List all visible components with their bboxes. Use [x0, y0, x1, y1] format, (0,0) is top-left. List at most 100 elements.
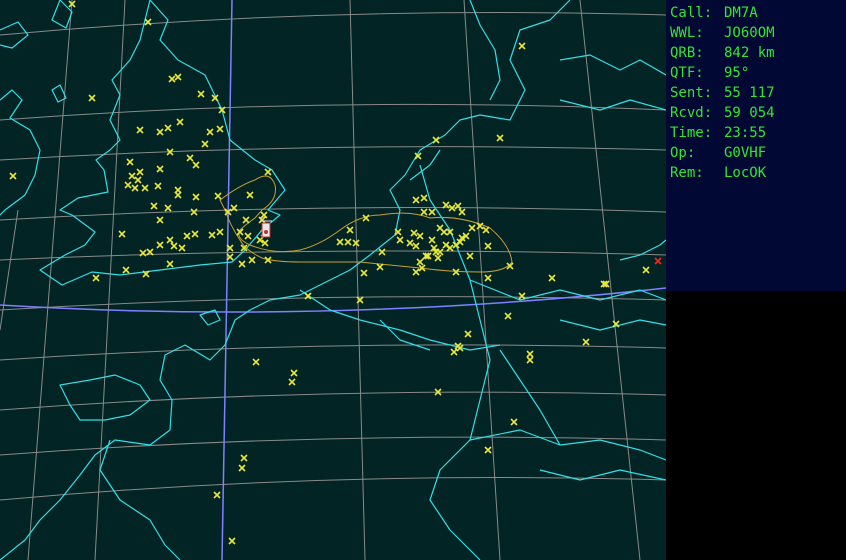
contact-marker-x-cross-icon [122, 266, 130, 274]
contact-marker-x-cross-icon [192, 161, 200, 169]
wwl-label: WWL: [670, 25, 704, 41]
contact-marker-x-cross-icon [432, 136, 440, 144]
contact-marker-x-cross-icon [88, 94, 96, 102]
contact-marker-x-cross-icon [168, 75, 176, 83]
contact-marker-x-cross-icon [466, 252, 474, 260]
contact-marker-x-cross-icon [518, 292, 526, 300]
contact-marker-x-cross-icon [526, 350, 534, 358]
contact-marker-x-cross-icon [336, 238, 344, 246]
rem-label: Rem: [670, 165, 704, 181]
qtf-label: QTF: [670, 65, 704, 81]
contact-marker-x-cross-icon [412, 242, 420, 250]
contact-marker-x-cross-icon [484, 446, 492, 454]
contact-marker-x-cross-icon [131, 184, 139, 192]
contact-marker-x-cross-icon [346, 226, 354, 234]
contact-marker-x-cross-icon [242, 216, 250, 224]
sent-label: Sent: [670, 85, 713, 101]
contact-marker-x-cross-icon [176, 118, 184, 126]
contact-marker-x-cross-icon [518, 42, 526, 50]
contact-marker-x-cross-icon [164, 204, 172, 212]
contact-marker-x-cross-icon [244, 232, 252, 240]
contact-marker-x-cross-icon [452, 268, 460, 276]
op-value: G0VHF [724, 145, 767, 161]
current-contact-marker[interactable] [654, 257, 662, 265]
contact-marker-x-cross-icon [206, 128, 214, 136]
time-row: Time: 23:55 [670, 123, 766, 143]
contact-marker-x-cross-icon [156, 165, 164, 173]
home-station-icon[interactable] [260, 220, 272, 238]
contact-marker-x-cross-icon [484, 242, 492, 250]
op-label: Op: [670, 145, 696, 161]
contact-marker-x-cross-icon [458, 208, 466, 216]
contact-marker-x-cross-icon [504, 312, 512, 320]
contact-marker-x-cross-icon [214, 192, 222, 200]
contact-marker-x-cross-icon [468, 224, 476, 232]
rem-value: LocOK [724, 165, 767, 181]
contact-marker-x-cross-icon [376, 263, 384, 271]
contact-marker-x-cross-icon [201, 140, 209, 148]
contact-marker-x-cross-icon [582, 338, 590, 346]
contact-map[interactable] [0, 0, 666, 560]
call-value: DM7A [724, 5, 758, 21]
contact-marker-x-cross-icon [191, 230, 199, 238]
contact-marker-x-cross-icon [548, 274, 556, 282]
contact-marker-x-cross-icon [238, 260, 246, 268]
contact-marker-x-cross-icon [360, 269, 368, 277]
sent-value: 55 117 [724, 85, 775, 101]
contact-marker-x-cross-icon [420, 194, 428, 202]
contact-marker-x-cross-icon [248, 256, 256, 264]
contact-marker-x-cross-icon [378, 248, 386, 256]
contact-marker-x-cross-icon [416, 258, 424, 266]
qrb-row: QRB: 842 km [670, 43, 775, 63]
contact-marker-x-cross-icon [128, 172, 136, 180]
rcvd-value: 59 054 [724, 105, 775, 121]
contact-marker-x-cross-icon [156, 128, 164, 136]
contact-marker-x-cross-icon [240, 454, 248, 462]
contact-marker-x-cross-icon [92, 274, 100, 282]
contact-marker-x-cross-icon [166, 260, 174, 268]
rcvd-row: Rcvd: 59 054 [670, 103, 775, 123]
map-canvas [0, 0, 666, 560]
qrb-label: QRB: [670, 45, 704, 61]
qtf-value: 95° [724, 65, 750, 81]
contact-marker-x-cross-icon [213, 491, 221, 499]
contact-marker-x-cross-icon [484, 274, 492, 282]
time-value: 23:55 [724, 125, 767, 141]
contact-marker-x-cross-icon [156, 241, 164, 249]
contact-marker-x-cross-icon [141, 184, 149, 192]
contact-marker-x-cross-icon [216, 125, 224, 133]
contact-marker-x-cross-icon [170, 242, 178, 250]
contact-marker-x-cross-icon [183, 232, 191, 240]
contact-marker-x-cross-icon [9, 172, 17, 180]
contact-marker-x-cross-icon [290, 369, 298, 377]
contact-marker-x-cross-icon [510, 418, 518, 426]
contact-marker-x-cross-icon [412, 196, 420, 204]
contact-marker-x-cross-icon [174, 191, 182, 199]
contact-marker-x-cross-icon [246, 191, 254, 199]
contact-marker-x-cross-icon [396, 236, 404, 244]
contact-marker-x-cross-icon [440, 228, 448, 236]
contact-marker-x-cross-icon [186, 154, 194, 162]
contact-marker-x-cross-icon [288, 378, 296, 386]
rcvd-label: Rcvd: [670, 105, 713, 121]
wwl-row: WWL: JO60OM [670, 23, 775, 43]
contact-marker-x-cross-icon [124, 181, 132, 189]
contact-marker-x-cross-icon [264, 168, 272, 176]
contact-markers [9, 0, 650, 545]
call-label: Call: [670, 5, 713, 21]
contact-marker-x-cross-icon [150, 202, 158, 210]
contact-marker-x-cross-icon [420, 208, 428, 216]
contact-marker-x-cross-icon [136, 126, 144, 134]
contact-marker-x-cross-icon [178, 244, 186, 252]
contact-marker-x-cross-icon [118, 230, 126, 238]
contact-marker-x-cross-icon [144, 18, 152, 26]
contact-marker-x-cross-icon [154, 182, 162, 190]
qrb-value: 842 km [724, 45, 775, 61]
contact-marker-x-cross-icon [434, 254, 442, 262]
contact-marker-x-cross-icon [450, 348, 458, 356]
contact-info-panel: Call: DM7A WWL: JO60OM QRB: 842 km QTF: 95° … [666, 0, 846, 291]
call-row: Call: DM7A [670, 3, 758, 23]
contact-marker-x-cross-icon [482, 226, 490, 234]
op-row: Op: G0VHF [670, 143, 766, 163]
contact-marker-x-cross-icon [496, 134, 504, 142]
